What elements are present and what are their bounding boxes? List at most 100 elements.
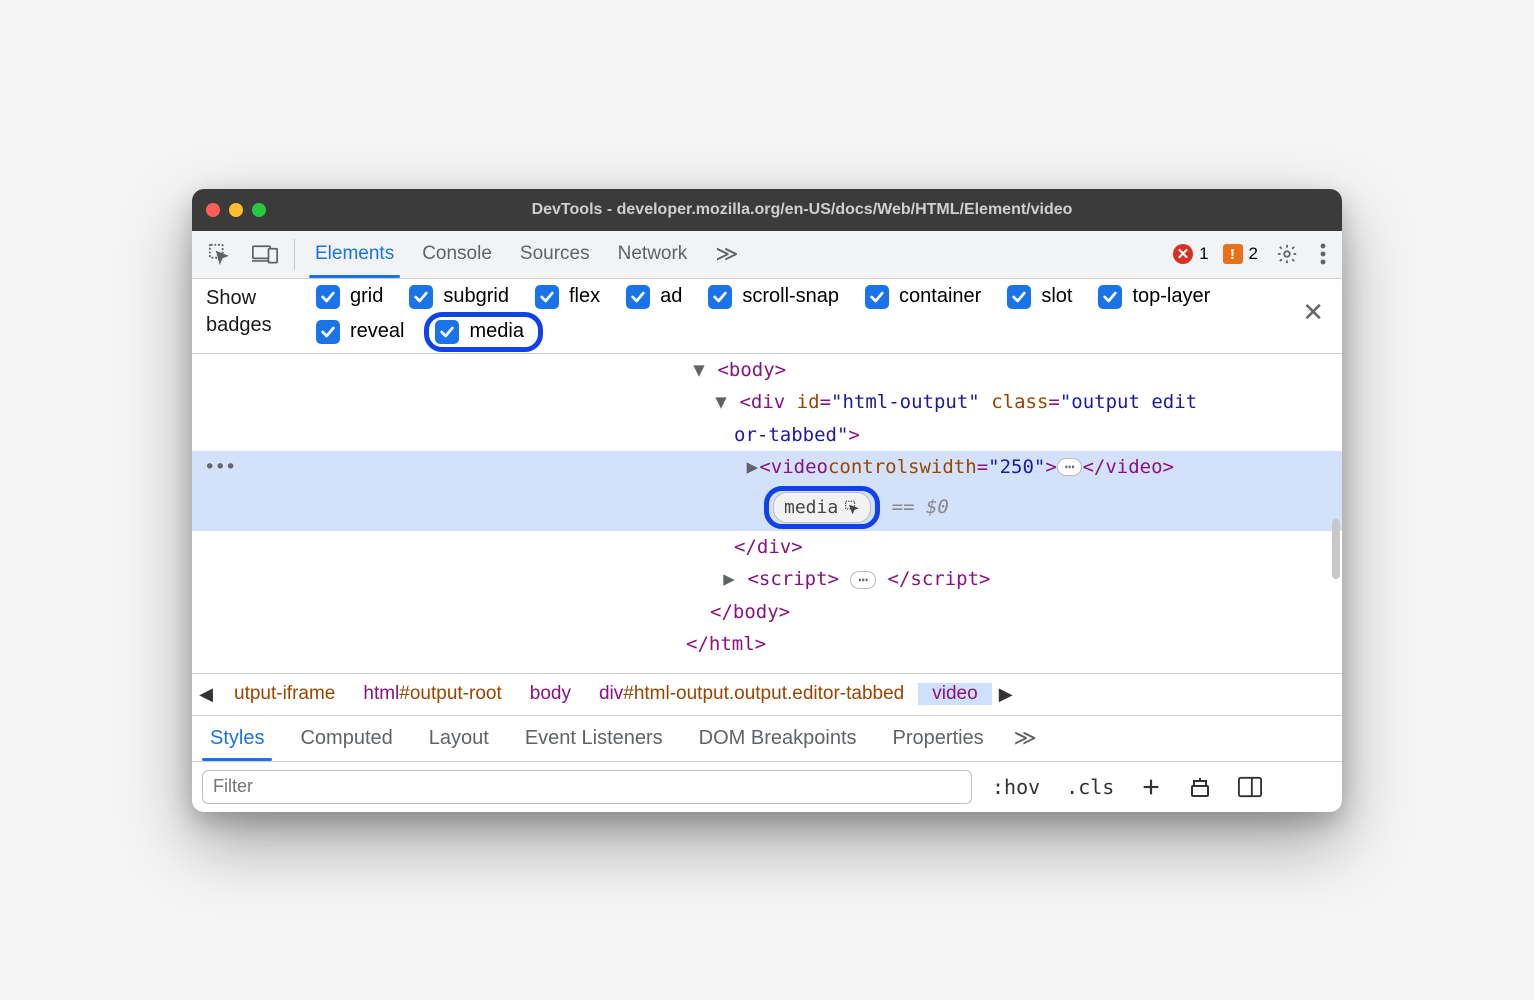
dom-tree-panel[interactable]: ▼ <body> ▼ <div id="html-output" class="… bbox=[192, 354, 1342, 674]
equals-text: == bbox=[892, 496, 915, 518]
badge-checkbox-ad[interactable]: ad bbox=[626, 285, 682, 309]
tab-console[interactable]: Console bbox=[408, 231, 506, 278]
error-count: 1 bbox=[1199, 244, 1208, 264]
dom-script[interactable]: <script> bbox=[747, 568, 839, 590]
error-counter[interactable]: ✕ 1 bbox=[1167, 231, 1214, 278]
badge-label: reveal bbox=[350, 320, 404, 343]
badge-label: ad bbox=[660, 285, 682, 308]
expand-arrow-icon[interactable]: ▼ bbox=[692, 356, 706, 385]
warning-count: 2 bbox=[1249, 244, 1258, 264]
expand-arrow-icon[interactable]: ▼ bbox=[714, 388, 728, 417]
hov-button[interactable]: :hov bbox=[986, 775, 1046, 799]
badge-checkbox-reveal[interactable]: reveal bbox=[316, 320, 404, 344]
ellipsis-pill-icon[interactable]: ⋯ bbox=[1057, 458, 1083, 476]
styles-subtabs: Styles Computed Layout Event Listeners D… bbox=[192, 716, 1342, 762]
dom-video-element[interactable]: <video bbox=[759, 453, 828, 482]
computed-toggle-icon[interactable] bbox=[1232, 776, 1268, 798]
badge-checkbox-grid[interactable]: grid bbox=[316, 285, 383, 309]
badge-settings-label: Show badges bbox=[206, 285, 296, 339]
breadcrumb-item-active[interactable]: video bbox=[918, 683, 991, 705]
error-icon: ✕ bbox=[1173, 244, 1193, 264]
panel-tabs: Elements Console Sources Network bbox=[301, 231, 701, 278]
badge-label: scroll-snap bbox=[742, 285, 839, 308]
titlebar: DevTools - developer.mozilla.org/en-US/d… bbox=[192, 189, 1342, 231]
paint-flashing-icon[interactable] bbox=[1182, 775, 1218, 799]
badge-label: slot bbox=[1041, 285, 1072, 308]
more-tabs-icon[interactable]: ≫ bbox=[703, 231, 750, 278]
subtabs-more-icon[interactable]: ≫ bbox=[1002, 716, 1049, 761]
traffic-lights bbox=[206, 203, 266, 217]
breadcrumb-item[interactable]: utput-iframe bbox=[220, 683, 349, 705]
media-badge[interactable]: media bbox=[773, 492, 871, 523]
dom-div-close[interactable]: </div> bbox=[734, 536, 803, 558]
subtab-event-listeners[interactable]: Event Listeners bbox=[507, 716, 681, 761]
main-toolbar: Elements Console Sources Network ≫ ✕ 1 !… bbox=[192, 231, 1342, 279]
subtab-properties[interactable]: Properties bbox=[875, 716, 1002, 761]
badge-label: flex bbox=[569, 285, 600, 308]
checkbox-checked-icon bbox=[316, 285, 340, 309]
badge-checkbox-media[interactable]: media bbox=[424, 312, 542, 352]
dom-body-close[interactable]: </body> bbox=[710, 601, 790, 623]
breadcrumb-scroll-left-icon[interactable]: ◀ bbox=[192, 684, 220, 705]
close-icon[interactable]: ✕ bbox=[1302, 297, 1324, 328]
checkbox-checked-icon bbox=[435, 320, 459, 344]
checkbox-checked-icon bbox=[626, 285, 650, 309]
tab-elements[interactable]: Elements bbox=[301, 231, 408, 278]
subtab-computed[interactable]: Computed bbox=[282, 716, 410, 761]
breadcrumb-scroll-right-icon[interactable]: ▶ bbox=[992, 684, 1020, 705]
breadcrumb-item[interactable]: div#html-output.output.editor-tabbed bbox=[585, 683, 918, 705]
checkbox-checked-icon bbox=[535, 285, 559, 309]
expand-arrow-icon[interactable]: ▶ bbox=[722, 565, 736, 594]
warning-icon: ! bbox=[1223, 244, 1243, 264]
subtab-styles[interactable]: Styles bbox=[192, 716, 282, 761]
tab-network[interactable]: Network bbox=[604, 231, 702, 278]
close-window-button[interactable] bbox=[206, 203, 220, 217]
minimize-window-button[interactable] bbox=[229, 203, 243, 217]
badge-label: container bbox=[899, 285, 981, 308]
badge-checkbox-subgrid[interactable]: subgrid bbox=[409, 285, 509, 309]
styles-filter-row: :hov .cls bbox=[192, 762, 1342, 812]
breadcrumb-item[interactable]: html#output-root bbox=[349, 683, 515, 705]
checkbox-checked-icon bbox=[409, 285, 433, 309]
gutter-dots-icon[interactable]: ••• bbox=[192, 453, 235, 482]
badge-checkbox-slot[interactable]: slot bbox=[1007, 285, 1072, 309]
badge-checkbox-container[interactable]: container bbox=[865, 285, 981, 309]
settings-icon[interactable] bbox=[1266, 231, 1308, 278]
devtools-window: DevTools - developer.mozilla.org/en-US/d… bbox=[192, 189, 1342, 812]
dom-breadcrumb: ◀ utput-iframe html#output-root body div… bbox=[192, 674, 1342, 716]
badge-checkbox-scroll-snap[interactable]: scroll-snap bbox=[708, 285, 839, 309]
badge-label: media bbox=[469, 320, 523, 343]
media-badge-highlight: media bbox=[764, 486, 880, 529]
checkbox-checked-icon bbox=[865, 285, 889, 309]
badge-label: grid bbox=[350, 285, 383, 308]
subtab-dom-breakpoints[interactable]: DOM Breakpoints bbox=[681, 716, 875, 761]
kebab-menu-icon[interactable] bbox=[1310, 231, 1336, 278]
badge-grid: grid subgrid flex ad scroll-snap container slo… bbox=[316, 285, 1236, 347]
checkbox-checked-icon bbox=[708, 285, 732, 309]
subtab-layout[interactable]: Layout bbox=[411, 716, 507, 761]
zoom-window-button[interactable] bbox=[252, 203, 266, 217]
checkbox-checked-icon bbox=[316, 320, 340, 344]
inspect-element-icon[interactable] bbox=[198, 231, 240, 278]
expand-arrow-icon[interactable]: ▶ bbox=[745, 453, 759, 482]
window-title: DevTools - developer.mozilla.org/en-US/d… bbox=[276, 201, 1328, 219]
ellipsis-pill-icon[interactable]: ⋯ bbox=[850, 571, 876, 589]
breadcrumb-item[interactable]: body bbox=[516, 683, 585, 705]
tab-sources[interactable]: Sources bbox=[506, 231, 604, 278]
new-style-rule-icon[interactable] bbox=[1134, 776, 1168, 798]
scrollbar-thumb[interactable] bbox=[1332, 519, 1340, 579]
badge-settings-row: Show badges grid subgrid flex ad scroll-snap… bbox=[192, 279, 1342, 354]
dom-html-close[interactable]: </html> bbox=[686, 633, 766, 655]
dollar-zero: $0 bbox=[926, 496, 949, 518]
warning-counter[interactable]: ! 2 bbox=[1217, 231, 1264, 278]
dom-body-open[interactable]: <body> bbox=[717, 359, 786, 381]
cls-button[interactable]: .cls bbox=[1060, 775, 1120, 799]
badge-checkbox-top-layer[interactable]: top-layer bbox=[1098, 285, 1210, 309]
styles-filter-input[interactable] bbox=[202, 770, 972, 804]
badge-label: top-layer bbox=[1132, 285, 1210, 308]
badge-checkbox-flex[interactable]: flex bbox=[535, 285, 600, 309]
checkbox-checked-icon bbox=[1098, 285, 1122, 309]
checkbox-checked-icon bbox=[1007, 285, 1031, 309]
device-toolbar-icon[interactable] bbox=[242, 231, 288, 278]
badge-label: subgrid bbox=[443, 285, 509, 308]
